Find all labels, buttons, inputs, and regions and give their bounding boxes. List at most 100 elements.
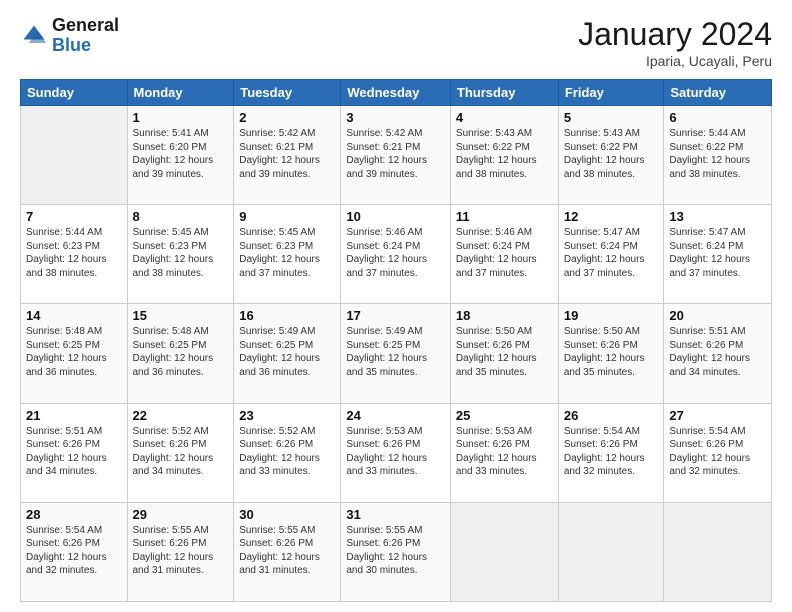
day-number: 29 xyxy=(133,507,229,522)
day-info: Sunrise: 5:52 AMSunset: 6:26 PMDaylight:… xyxy=(133,425,229,479)
day-info: Sunrise: 5:51 AMSunset: 6:26 PMDaylight:… xyxy=(669,325,766,379)
day-cell xyxy=(21,106,128,205)
day-number: 23 xyxy=(239,408,335,423)
day-info: Sunrise: 5:47 AMSunset: 6:24 PMDaylight:… xyxy=(564,226,659,280)
location: Iparia, Ucayali, Peru xyxy=(578,53,772,69)
day-info: Sunrise: 5:49 AMSunset: 6:25 PMDaylight:… xyxy=(239,325,335,379)
day-number: 27 xyxy=(669,408,766,423)
day-number: 31 xyxy=(346,507,445,522)
day-number: 17 xyxy=(346,308,445,323)
day-info: Sunrise: 5:43 AMSunset: 6:22 PMDaylight:… xyxy=(456,127,553,181)
day-cell: 28Sunrise: 5:54 AMSunset: 6:26 PMDayligh… xyxy=(21,502,128,601)
day-info: Sunrise: 5:46 AMSunset: 6:24 PMDaylight:… xyxy=(346,226,445,280)
day-info: Sunrise: 5:54 AMSunset: 6:26 PMDaylight:… xyxy=(564,425,659,479)
day-info: Sunrise: 5:54 AMSunset: 6:26 PMDaylight:… xyxy=(26,524,122,578)
day-cell: 2Sunrise: 5:42 AMSunset: 6:21 PMDaylight… xyxy=(234,106,341,205)
day-cell: 26Sunrise: 5:54 AMSunset: 6:26 PMDayligh… xyxy=(558,403,664,502)
month-year: January 2024 xyxy=(578,16,772,53)
day-cell xyxy=(558,502,664,601)
day-number: 3 xyxy=(346,110,445,125)
day-cell: 18Sunrise: 5:50 AMSunset: 6:26 PMDayligh… xyxy=(450,304,558,403)
week-row-1: 1 Sunrise: 5:41 AMSunset: 6:20 PMDaylight… xyxy=(21,106,772,205)
day-cell: 21Sunrise: 5:51 AMSunset: 6:26 PMDayligh… xyxy=(21,403,128,502)
day-cell: 23 Sunrise: 5:52 AMSunset: 6:26 PMDayligh… xyxy=(234,403,341,502)
day-info: Sunrise: 5:43 AMSunset: 6:22 PMDaylight:… xyxy=(564,127,659,181)
page: General Blue January 2024 Iparia, Ucayal… xyxy=(0,0,792,612)
week-row-2: 7 Sunrise: 5:44 AMSunset: 6:23 PMDaylight… xyxy=(21,205,772,304)
col-header-monday: Monday xyxy=(127,80,234,106)
day-number: 30 xyxy=(239,507,335,522)
day-cell xyxy=(450,502,558,601)
day-cell: 1 Sunrise: 5:41 AMSunset: 6:20 PMDaylight… xyxy=(127,106,234,205)
day-number: 15 xyxy=(133,308,229,323)
day-info: Sunrise: 5:45 AMSunset: 6:23 PMDaylight:… xyxy=(133,226,229,280)
day-info: Sunrise: 5:51 AMSunset: 6:26 PMDaylight:… xyxy=(26,425,122,479)
day-cell: 12 Sunrise: 5:47 AMSunset: 6:24 PMDayligh… xyxy=(558,205,664,304)
day-cell: 27 Sunrise: 5:54 AMSunset: 6:26 PMDayligh… xyxy=(664,403,772,502)
day-cell: 3 Sunrise: 5:42 AMSunset: 6:21 PMDaylight… xyxy=(341,106,451,205)
day-number: 1 xyxy=(133,110,229,125)
day-number: 20 xyxy=(669,308,766,323)
day-cell: 19 Sunrise: 5:50 AMSunset: 6:26 PMDayligh… xyxy=(558,304,664,403)
day-number: 12 xyxy=(564,209,659,224)
header: General Blue January 2024 Iparia, Ucayal… xyxy=(20,16,772,69)
day-number: 10 xyxy=(346,209,445,224)
day-number: 6 xyxy=(669,110,766,125)
day-cell: 20 Sunrise: 5:51 AMSunset: 6:26 PMDayligh… xyxy=(664,304,772,403)
day-info: Sunrise: 5:54 AMSunset: 6:26 PMDaylight:… xyxy=(669,425,766,479)
day-cell: 17 Sunrise: 5:49 AMSunset: 6:25 PMDayligh… xyxy=(341,304,451,403)
day-cell: 11 Sunrise: 5:46 AMSunset: 6:24 PMDayligh… xyxy=(450,205,558,304)
day-cell: 14 Sunrise: 5:48 AMSunset: 6:25 PMDayligh… xyxy=(21,304,128,403)
day-cell: 16 Sunrise: 5:49 AMSunset: 6:25 PMDayligh… xyxy=(234,304,341,403)
col-header-wednesday: Wednesday xyxy=(341,80,451,106)
day-number: 7 xyxy=(26,209,122,224)
day-number: 4 xyxy=(456,110,553,125)
day-info: Sunrise: 5:45 AMSunset: 6:23 PMDaylight:… xyxy=(239,226,335,280)
week-row-4: 21Sunrise: 5:51 AMSunset: 6:26 PMDayligh… xyxy=(21,403,772,502)
day-number: 11 xyxy=(456,209,553,224)
day-number: 2 xyxy=(239,110,335,125)
day-info: Sunrise: 5:44 AMSunset: 6:23 PMDaylight:… xyxy=(26,226,122,280)
day-number: 25 xyxy=(456,408,553,423)
day-info: Sunrise: 5:42 AMSunset: 6:21 PMDaylight:… xyxy=(346,127,445,181)
day-cell: 8Sunrise: 5:45 AMSunset: 6:23 PMDaylight… xyxy=(127,205,234,304)
day-info: Sunrise: 5:41 AMSunset: 6:20 PMDaylight:… xyxy=(133,127,229,181)
day-number: 18 xyxy=(456,308,553,323)
day-info: Sunrise: 5:49 AMSunset: 6:25 PMDaylight:… xyxy=(346,325,445,379)
day-info: Sunrise: 5:48 AMSunset: 6:25 PMDaylight:… xyxy=(133,325,229,379)
header-row: SundayMondayTuesdayWednesdayThursdayFrid… xyxy=(21,80,772,106)
day-cell: 25 Sunrise: 5:53 AMSunset: 6:26 PMDayligh… xyxy=(450,403,558,502)
logo: General Blue xyxy=(20,16,119,56)
day-cell: 10 Sunrise: 5:46 AMSunset: 6:24 PMDayligh… xyxy=(341,205,451,304)
day-info: Sunrise: 5:55 AMSunset: 6:26 PMDaylight:… xyxy=(133,524,229,578)
day-info: Sunrise: 5:46 AMSunset: 6:24 PMDaylight:… xyxy=(456,226,553,280)
logo-text: General Blue xyxy=(52,16,119,56)
day-number: 22 xyxy=(133,408,229,423)
day-number: 13 xyxy=(669,209,766,224)
col-header-thursday: Thursday xyxy=(450,80,558,106)
col-header-friday: Friday xyxy=(558,80,664,106)
day-info: Sunrise: 5:55 AMSunset: 6:26 PMDaylight:… xyxy=(239,524,335,578)
day-info: Sunrise: 5:53 AMSunset: 6:26 PMDaylight:… xyxy=(456,425,553,479)
week-row-3: 14 Sunrise: 5:48 AMSunset: 6:25 PMDayligh… xyxy=(21,304,772,403)
day-number: 9 xyxy=(239,209,335,224)
day-cell: 13 Sunrise: 5:47 AMSunset: 6:24 PMDayligh… xyxy=(664,205,772,304)
col-header-saturday: Saturday xyxy=(664,80,772,106)
day-info: Sunrise: 5:48 AMSunset: 6:25 PMDaylight:… xyxy=(26,325,122,379)
col-header-tuesday: Tuesday xyxy=(234,80,341,106)
day-info: Sunrise: 5:52 AMSunset: 6:26 PMDaylight:… xyxy=(239,425,335,479)
calendar-table: SundayMondayTuesdayWednesdayThursdayFrid… xyxy=(20,79,772,602)
day-cell: 4 Sunrise: 5:43 AMSunset: 6:22 PMDaylight… xyxy=(450,106,558,205)
logo-blue-text: Blue xyxy=(52,36,119,56)
day-info: Sunrise: 5:47 AMSunset: 6:24 PMDaylight:… xyxy=(669,226,766,280)
day-info: Sunrise: 5:50 AMSunset: 6:26 PMDaylight:… xyxy=(564,325,659,379)
day-number: 19 xyxy=(564,308,659,323)
day-number: 14 xyxy=(26,308,122,323)
day-number: 16 xyxy=(239,308,335,323)
day-cell: 31Sunrise: 5:55 AMSunset: 6:26 PMDayligh… xyxy=(341,502,451,601)
col-header-sunday: Sunday xyxy=(21,80,128,106)
logo-icon xyxy=(20,22,48,50)
day-cell: 29 Sunrise: 5:55 AMSunset: 6:26 PMDayligh… xyxy=(127,502,234,601)
day-cell: 22 Sunrise: 5:52 AMSunset: 6:26 PMDayligh… xyxy=(127,403,234,502)
title-block: January 2024 Iparia, Ucayali, Peru xyxy=(578,16,772,69)
